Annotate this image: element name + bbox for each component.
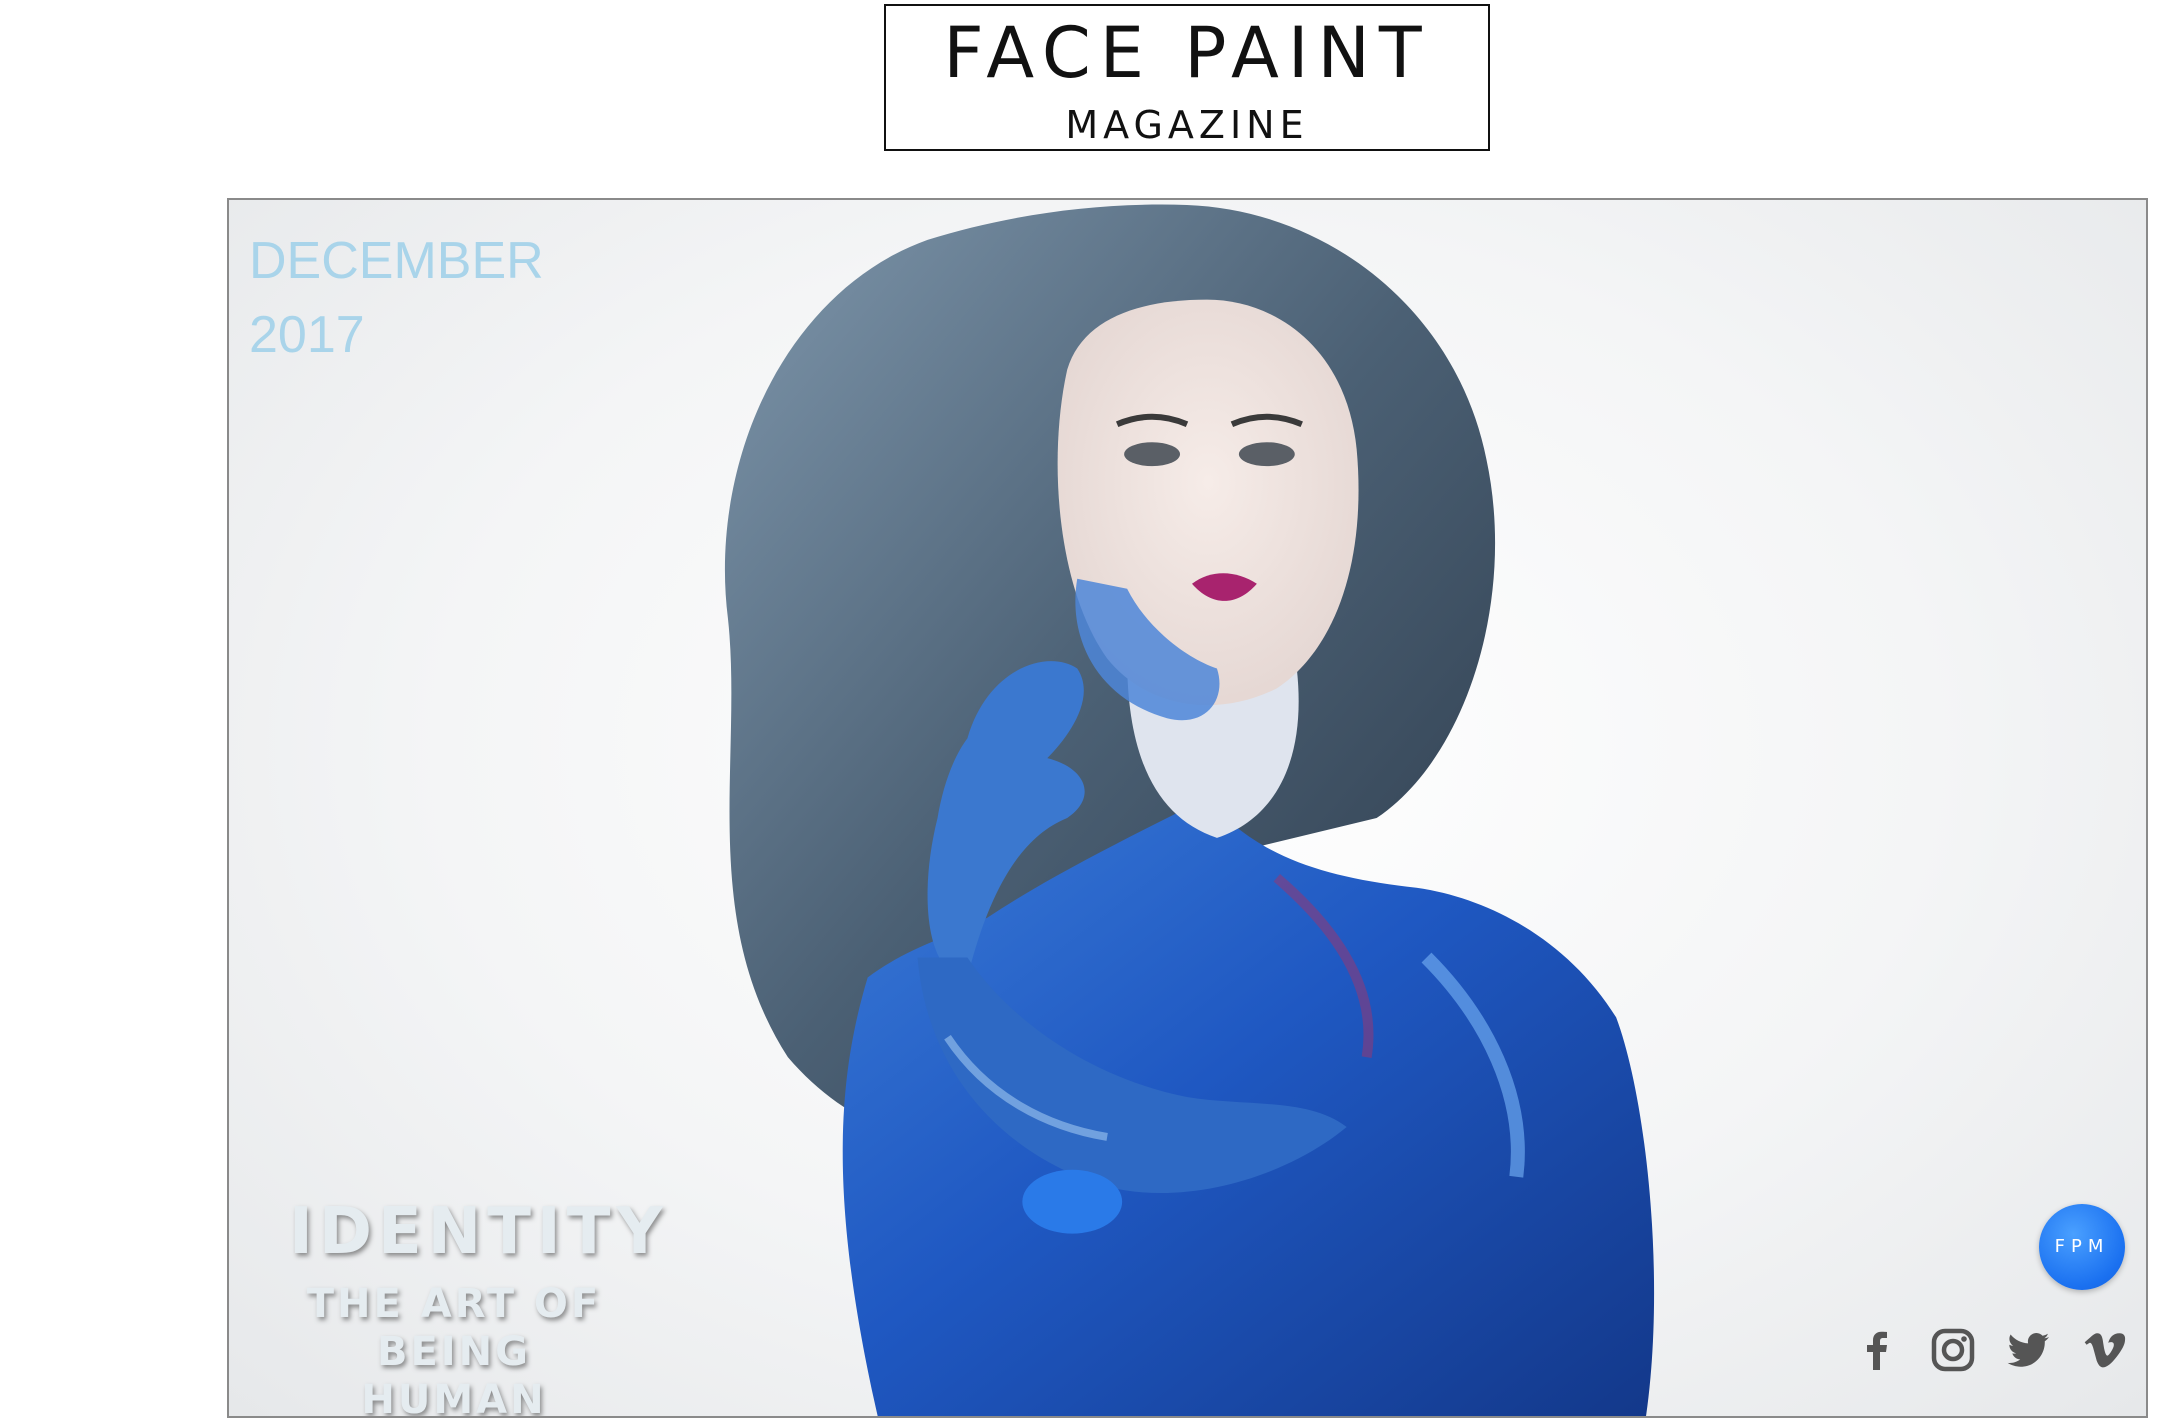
vimeo-link[interactable] xyxy=(2079,1324,2131,1376)
instagram-link[interactable] xyxy=(1927,1324,1979,1376)
headline-main: IDENTITY xyxy=(289,1195,669,1269)
facebook-icon xyxy=(1867,1331,1887,1370)
social-bar xyxy=(1851,1322,2131,1378)
site-logo[interactable]: FACE PAINT MAGAZINE xyxy=(884,4,1490,151)
issue-date: DECEMBER 2017 xyxy=(249,224,544,372)
instagram-icon xyxy=(1931,1328,1975,1372)
cover-headline: IDENTITY THE ART OF BEING HUMAN xyxy=(289,1195,669,1418)
cover-hero: DECEMBER 2017 IDENTITY THE ART OF BEING … xyxy=(227,198,2148,1418)
headline-sub-line1: THE ART OF xyxy=(306,1281,602,1327)
issue-month: DECEMBER xyxy=(249,232,544,290)
headline-subtitle: THE ART OF BEING HUMAN xyxy=(289,1280,619,1418)
headline-sub-line2: BEING HUMAN xyxy=(361,1329,547,1418)
logo-subtitle: MAGAZINE xyxy=(1065,103,1309,147)
issue-year: 2017 xyxy=(249,306,365,364)
fpm-badge-button[interactable]: FPM xyxy=(2039,1204,2125,1290)
twitter-link[interactable] xyxy=(2003,1324,2055,1376)
twitter-icon xyxy=(2007,1333,2049,1367)
vimeo-icon xyxy=(2084,1333,2126,1368)
logo-title: FACE PAINT xyxy=(943,12,1431,94)
facebook-link[interactable] xyxy=(1851,1324,1903,1376)
